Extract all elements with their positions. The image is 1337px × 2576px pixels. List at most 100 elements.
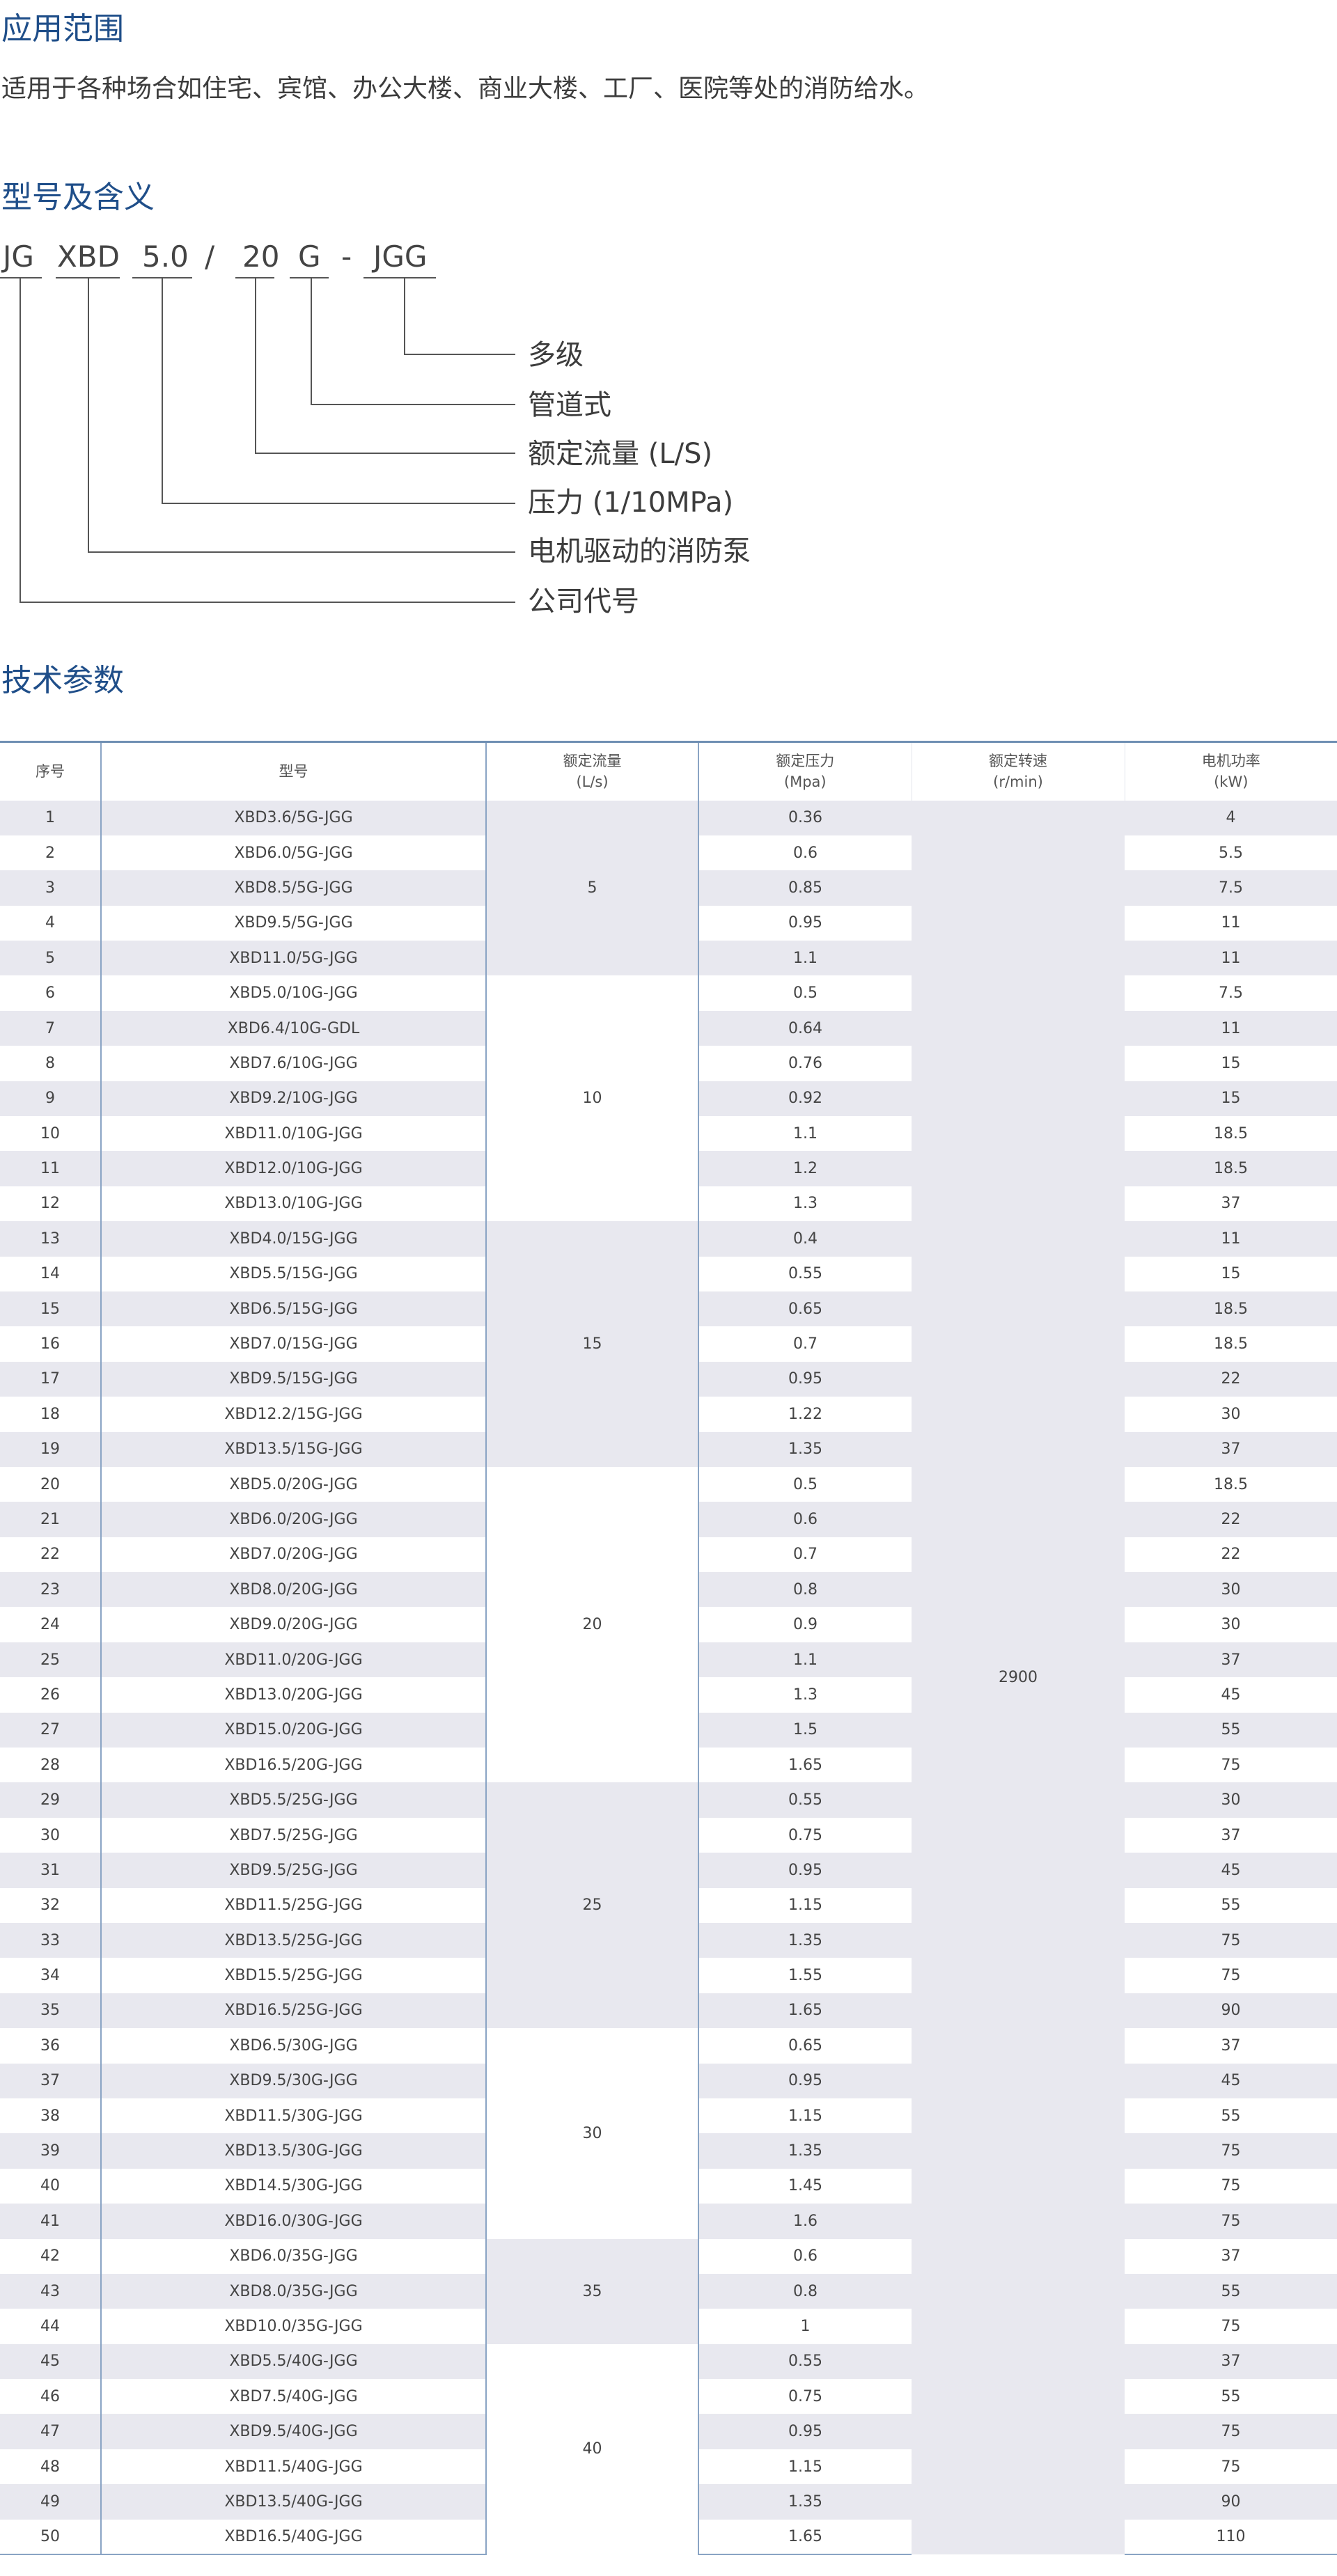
- cell-power: 11: [1125, 1010, 1337, 1046]
- cell-power: 75: [1221, 2458, 1241, 2476]
- cell-pressure: 0.55: [698, 2343, 912, 2380]
- cell-model: XBD9.5/15G-JGG: [101, 1361, 487, 1397]
- cell-pressure: 0.64: [698, 1010, 912, 1046]
- cell-power: 37: [1221, 1826, 1241, 1844]
- table-row: 13 XBD4.0/15G-JGG 15 0.4 11: [0, 1221, 1337, 1467]
- cell-power: 37: [1125, 2343, 1337, 2380]
- cell-pressure: 1.5: [698, 1712, 912, 1748]
- cell-power: 75: [1221, 2177, 1241, 2195]
- cell-index: 3: [0, 870, 102, 906]
- cell-model: XBD13.0/10G-JGG: [101, 1186, 487, 1222]
- cell-power: 30: [1125, 1572, 1337, 1608]
- cell-index: 49: [0, 2484, 102, 2520]
- cell-power: 11: [1125, 941, 1337, 976]
- cell-model: XBD3.6/5G-JGG: [101, 800, 487, 835]
- cell-pressure: 0.5: [698, 1466, 912, 1502]
- cell-model: XBD7.6/10G-JGG: [101, 1046, 487, 1081]
- cell-index: 41: [0, 2204, 102, 2239]
- underline-multistage: [363, 277, 436, 278]
- cell-index: 40: [0, 2168, 102, 2204]
- cell-model: XBD12.2/15G-JGG: [101, 1397, 487, 1432]
- cell-model: XBD6.4/10G-GDL: [101, 1010, 487, 1046]
- cell-index: 18: [0, 1397, 102, 1432]
- cell-power: 18.5: [1125, 1151, 1337, 1186]
- cell-power: 75: [1221, 1967, 1241, 1985]
- cell-flow-group: 15: [486, 1221, 698, 1467]
- cell-index: 33: [0, 1923, 102, 1958]
- connector-flow-v: [255, 277, 256, 454]
- cell-flow-group: 10: [486, 975, 698, 1222]
- cell-pressure: 0.95: [698, 905, 912, 941]
- cell-pressure: 0.85: [698, 870, 912, 906]
- cell-model: XBD16.0/30G-JGG: [101, 2204, 487, 2239]
- table-row: 1 XBD3.6/5G-JGG 5 0.36 2900 4: [0, 800, 1337, 2555]
- cell-model: XBD6.0/20G-JGG: [101, 1502, 487, 1537]
- cell-power: 45: [1125, 2063, 1337, 2098]
- cell-model: XBD13.5/15G-JGG: [101, 1431, 487, 1467]
- cell-index: 20: [0, 1466, 102, 1502]
- model-title: 型号及含义: [1, 180, 155, 215]
- code-part-multistage: JGG: [373, 239, 428, 274]
- cell-model: XBD9.2/10G-JGG: [101, 1081, 487, 1117]
- tech-title: 技术参数: [1, 663, 124, 698]
- cell-pressure: 0.36: [698, 800, 912, 835]
- cell-pressure: 0.7: [698, 1326, 912, 1362]
- header-pressure-unit: (Mpa): [783, 773, 827, 791]
- cell-index: 4: [0, 905, 102, 941]
- cell-pressure: 1.3: [698, 1186, 912, 1222]
- connector-pipeline-v: [311, 277, 312, 405]
- application-title: 应用范围: [1, 11, 124, 47]
- cell-index: 2: [0, 835, 102, 871]
- cell-index: 13: [0, 1221, 102, 1257]
- cell-power: 37: [1125, 1642, 1337, 1678]
- header-model-label: 型号: [279, 763, 308, 780]
- cell-pressure: 0.7: [698, 1537, 912, 1573]
- meaning-multistage: 多级: [528, 339, 584, 371]
- cell-model: XBD5.0/20G-JGG: [101, 1466, 487, 1502]
- cell-pressure: 0.55: [698, 1256, 912, 1291]
- cell-model: XBD6.5/30G-JGG: [101, 2028, 487, 2064]
- cell-pressure: 0.6: [698, 2238, 912, 2274]
- header-model: 型号: [101, 741, 487, 801]
- cell-pressure: 0.8: [698, 1572, 912, 1608]
- cell-power: 22: [1125, 1502, 1337, 1537]
- connector-multistage-v: [404, 277, 405, 355]
- cell-model: XBD4.0/15G-JGG: [101, 1221, 487, 1257]
- cell-index: 28: [0, 1748, 102, 1783]
- cell-power: 15: [1221, 1265, 1241, 1283]
- cell-model: XBD6.5/15G-JGG: [101, 1291, 487, 1327]
- cell-index: 31: [0, 1853, 102, 1888]
- cell-index: 39: [0, 2133, 102, 2169]
- cell-index: 35: [0, 1993, 102, 2029]
- cell-pressure: 0.6: [698, 1502, 912, 1537]
- cell-pressure: 1: [698, 2309, 912, 2344]
- cell-model: XBD11.0/20G-JGG: [101, 1642, 487, 1678]
- table-row: 20 XBD5.0/20G-JGG 20 0.5 18.5: [0, 1466, 1337, 1783]
- cell-pressure: 0.8: [698, 2273, 912, 2309]
- header-index-label: 序号: [36, 763, 65, 780]
- cell-power: 30: [1125, 1782, 1337, 1818]
- cell-model: XBD9.0/20G-JGG: [101, 1607, 487, 1642]
- cell-pressure: 1.45: [698, 2168, 912, 2204]
- cell-power: 55: [1221, 2107, 1241, 2125]
- cell-flow-group: 40: [486, 2343, 698, 2555]
- cell-pressure: 1.2: [698, 1151, 912, 1186]
- cell-model: XBD9.5/5G-JGG: [101, 905, 487, 941]
- cell-model: XBD5.5/15G-JGG: [101, 1256, 487, 1291]
- cell-model: XBD11.5/40G-JGG: [101, 2449, 487, 2485]
- table-row: 42 XBD6.0/35G-JGG 35 0.6 37: [0, 2238, 1337, 2344]
- cell-power: 55: [1125, 2273, 1337, 2309]
- cell-pressure: 1.65: [698, 1993, 912, 2029]
- cell-pressure: 0.55: [698, 1782, 912, 1818]
- cell-model: XBD9.5/30G-JGG: [101, 2063, 487, 2098]
- connector-pressure-v: [162, 277, 163, 504]
- cell-model: XBD12.0/10G-JGG: [101, 1151, 487, 1186]
- cell-pressure: 1.1: [698, 1642, 912, 1678]
- underline-pipeline: [290, 277, 329, 278]
- cell-model: XBD8.0/20G-JGG: [101, 1572, 487, 1608]
- cell-power: 11: [1221, 914, 1241, 932]
- cell-power: 45: [1221, 1686, 1241, 1704]
- cell-model: XBD16.5/25G-JGG: [101, 1993, 487, 2029]
- cell-power: 15: [1125, 1081, 1337, 1117]
- header-index: 序号: [0, 741, 102, 801]
